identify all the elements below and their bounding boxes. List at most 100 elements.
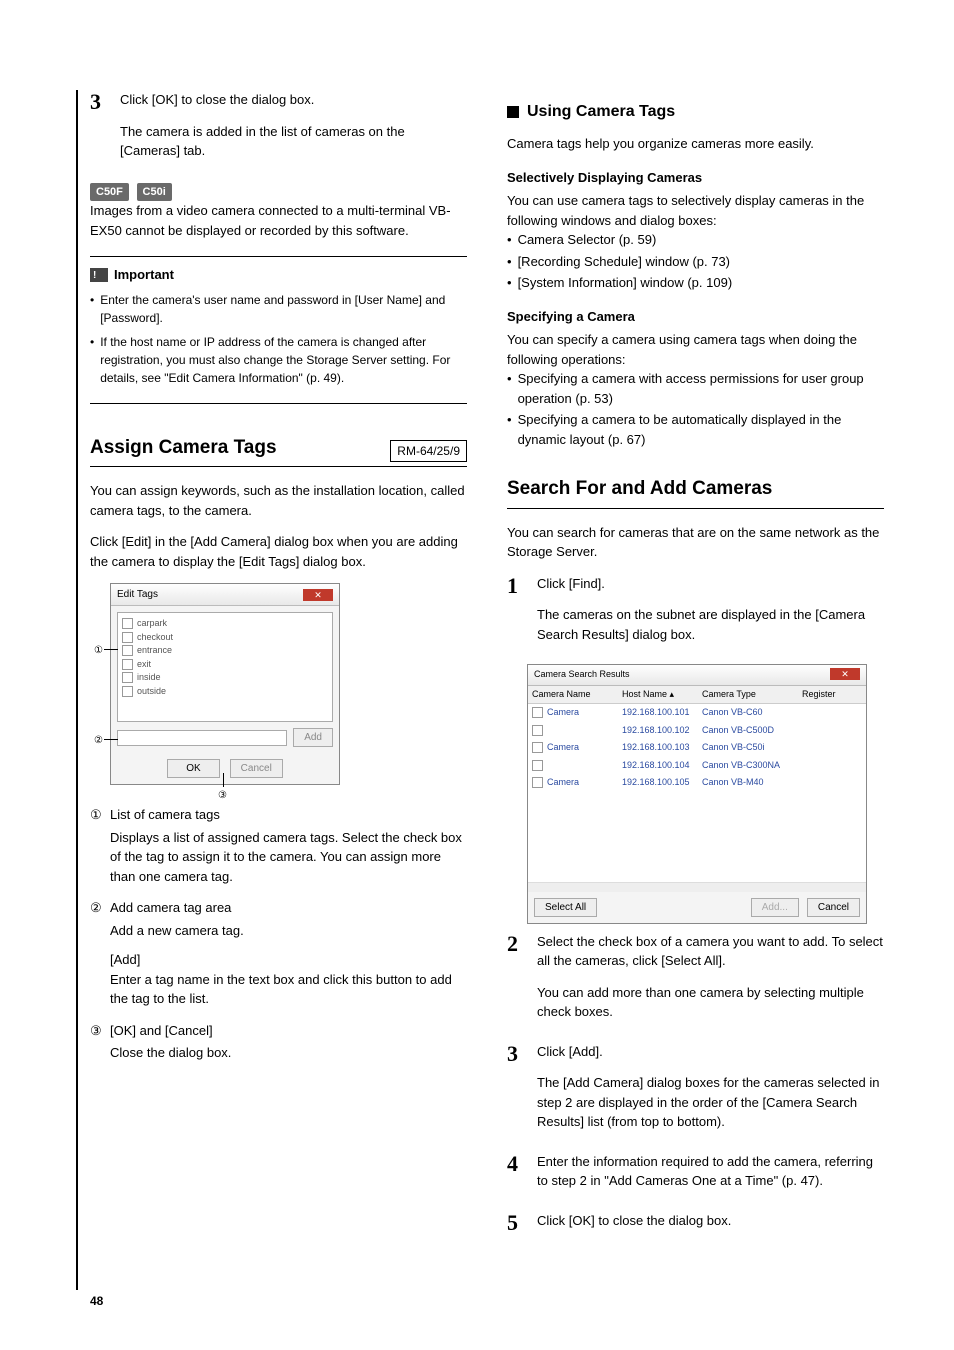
using-tags-heading-row: Using Camera Tags [507,100,884,124]
spec-heading: Specifying a Camera [507,307,884,327]
def-subdesc: Enter a tag name in the text box and cli… [110,970,467,1009]
table-row[interactable]: 192.168.100.104Canon VB-C300NA [528,757,866,775]
camera-search-results-dialog: Camera Search Results ✕ Camera Name Host… [527,664,867,924]
close-icon[interactable]: ✕ [830,668,860,680]
tag-list[interactable]: carpark checkout entrance exit inside ou… [117,612,333,722]
table-row[interactable]: Camera192.168.100.105Canon VB-M40 [528,774,866,792]
right-column: Using Camera Tags Camera tags help you o… [507,90,884,1250]
badge-c50i: C50i [137,183,172,202]
step-main-text: Click [OK] to close the dialog box. [537,1211,884,1231]
tag-item[interactable]: checkout [122,631,328,645]
badge-c50f: C50F [90,183,129,202]
step-number: 3 [507,1042,527,1144]
rm-badge: RM-64/25/9 [390,440,467,462]
def-term: List of camera tags [110,805,220,825]
callout-line [223,773,224,787]
ok-button[interactable]: OK [167,759,219,778]
step-number: 5 [507,1211,527,1243]
assign-heading-row: Assign Camera Tags RM-64/25/9 [90,434,467,468]
dialog-title: Edit Tags [117,587,158,602]
important-item: Enter the camera's user name and passwor… [100,291,467,327]
col-camera-type[interactable]: Camera Type [702,688,802,702]
step-main-text: Click [Add]. [537,1042,884,1062]
step-sub-text: You can add more than one camera by sele… [537,983,884,1022]
important-label: Important [114,265,174,285]
tag-item[interactable]: outside [122,685,328,699]
using-tags-heading: Using Camera Tags [527,100,675,124]
def-desc: Displays a list of assigned camera tags.… [110,828,467,887]
callout-line [104,739,118,740]
search-heading: Search For and Add Cameras [507,475,772,504]
left-margin-rule [76,90,78,1290]
def-term: Add camera tag area [110,898,231,918]
step-main-text: Select the check box of a camera you wan… [537,932,884,971]
col-camera-name[interactable]: Camera Name [532,688,622,702]
def-term: [OK] and [Cancel] [110,1021,213,1041]
col-register[interactable]: Register [802,688,852,702]
step-main-text: Click [OK] to close the dialog box. [120,90,467,110]
square-bullet-icon [507,106,519,118]
important-box: Important Enter the camera's user name a… [90,256,467,404]
callout-1: ① [94,643,103,658]
list-item: Camera Selector (p. 59) [518,230,657,250]
spec-list: •Specifying a camera with access permiss… [507,369,884,449]
assign-p2: Click [Edit] in the [Add Camera] dialog … [90,532,467,571]
callout-2: ② [94,733,103,748]
table-row[interactable]: Camera192.168.100.101Canon VB-C60 [528,704,866,722]
scrollbar[interactable] [528,882,866,892]
step-number: 1 [507,574,527,657]
assign-heading: Assign Camera Tags [90,434,277,463]
important-icon [90,268,108,282]
tag-item[interactable]: carpark [122,617,328,631]
page-number: 48 [90,1292,103,1310]
search-intro: You can search for cameras that are on t… [507,523,884,562]
step-3: 3 Click [OK] to close the dialog box. Th… [90,90,467,173]
spec-lead: You can specify a camera using camera ta… [507,330,884,369]
def-desc: Close the dialog box. [110,1043,467,1063]
search-step-3: 3 Click [Add]. The [Add Camera] dialog b… [507,1042,884,1144]
callout-3: ③ [218,788,227,803]
important-item: If the host name or IP address of the ca… [100,333,467,387]
step-number: 3 [90,90,110,173]
def-num: ③ [90,1021,104,1041]
def-num: ② [90,898,104,918]
col-host-name[interactable]: Host Name ▴ [622,688,702,702]
search-step-5: 5 Click [OK] to close the dialog box. [507,1211,884,1243]
step-number: 4 [507,1152,527,1203]
add-button[interactable]: Add [293,728,333,747]
search-step-2: 2 Select the check box of a camera you w… [507,932,884,1034]
edit-tags-dialog: Edit Tags ✕ carpark checkout entrance ex… [110,583,340,785]
list-item: [System Information] window (p. 109) [518,273,733,293]
add-button[interactable]: Add... [751,898,799,917]
selective-heading: Selectively Displaying Cameras [507,168,884,188]
edit-tags-figure: ① ② ③ Edit Tags ✕ carpark checkout entra… [110,583,467,785]
list-item: Specifying a camera to be automatically … [518,410,884,449]
step-sub-text: The camera is added in the list of camer… [120,122,467,161]
add-tag-input[interactable] [117,730,287,746]
def-num: ① [90,805,104,825]
search-step-1: 1 Click [Find]. The cameras on the subne… [507,574,884,657]
dialog-title: Camera Search Results [534,668,630,682]
selective-list: •Camera Selector (p. 59) •[Recording Sch… [507,230,884,293]
step-number: 2 [507,932,527,1034]
def-subterm: [Add] [110,950,467,970]
table-row[interactable]: Camera192.168.100.103Canon VB-C50i [528,739,866,757]
cancel-button[interactable]: Cancel [807,898,860,917]
using-tags-intro: Camera tags help you organize cameras mo… [507,134,884,154]
step-sub-text: The cameras on the subnet are displayed … [537,605,884,644]
tag-item[interactable]: inside [122,671,328,685]
close-icon[interactable]: ✕ [303,589,333,601]
select-all-button[interactable]: Select All [534,898,597,917]
step-main-text: Enter the information required to add th… [537,1152,884,1191]
list-item: Specifying a camera with access permissi… [518,369,884,408]
tag-item[interactable]: entrance [122,644,328,658]
table-header: Camera Name Host Name ▴ Camera Type Regi… [528,686,866,705]
tag-item[interactable]: exit [122,658,328,672]
table-row[interactable]: 192.168.100.102Canon VB-C500D [528,722,866,740]
left-column: 3 Click [OK] to close the dialog box. Th… [90,90,467,1250]
assign-p1: You can assign keywords, such as the ins… [90,481,467,520]
cancel-button[interactable]: Cancel [230,759,283,778]
step-main-text: Click [Find]. [537,574,884,594]
callout-line [104,649,118,650]
def-desc: Add a new camera tag. [110,921,467,941]
